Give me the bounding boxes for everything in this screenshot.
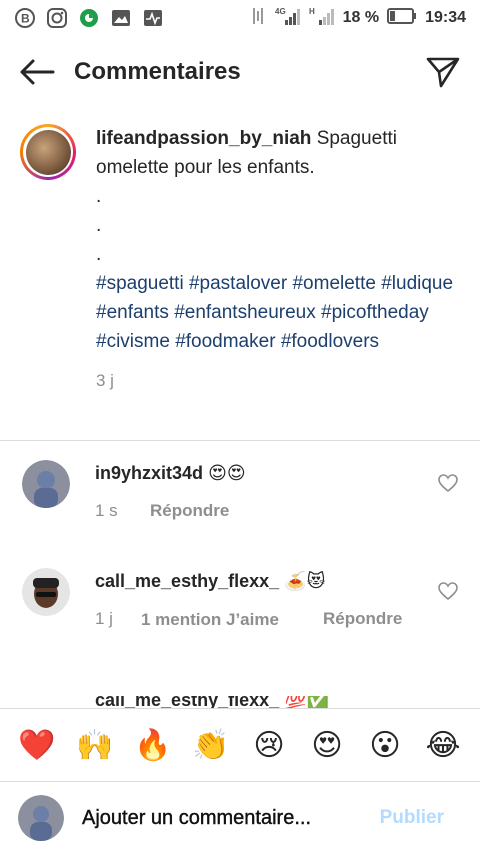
reply-button[interactable]: Répondre — [323, 609, 402, 634]
comment-item: call_me_esthy_flexx_ 🍝😻 1 j 1 mention J’… — [22, 568, 462, 634]
post-caption: lifeandpassion_by_niah Spaguetti omelett… — [20, 124, 460, 395]
hashtag-link[interactable]: #ludique — [381, 273, 453, 294]
publish-button[interactable]: Publier — [380, 807, 444, 829]
arrow-left-icon — [20, 59, 55, 85]
comment-time: 1 j — [95, 609, 113, 628]
hashtag-link[interactable]: #omelette — [292, 273, 375, 294]
like-comment-button[interactable] — [438, 474, 460, 494]
battery-icon — [387, 7, 417, 29]
caption-dot: . — [96, 215, 102, 236]
comment-username[interactable]: in9yhzxit34d — [95, 463, 203, 483]
hashtag-link[interactable]: #enfantsheureux — [174, 302, 316, 323]
back-button[interactable] — [18, 53, 56, 91]
comment-composer: Publier — [0, 782, 480, 854]
caption-username[interactable]: lifeandpassion_by_niah — [96, 128, 311, 149]
hashtag-link[interactable]: #enfants — [96, 302, 169, 323]
caption-dot: . — [96, 244, 102, 265]
data-saver-icon — [78, 7, 100, 29]
emoji-clap-button[interactable]: 👏 — [189, 723, 233, 767]
comment-avatar[interactable] — [22, 568, 70, 616]
emoji-quick-bar: ❤️ 🙌 🔥 👏 😢 😍 😮 😂 — [0, 708, 480, 782]
story-avatar[interactable] — [20, 124, 76, 180]
svg-text:B: B — [21, 12, 30, 26]
comment-emoji: 😍😍 — [208, 463, 246, 484]
divider — [0, 440, 480, 441]
hashtag-link[interactable]: #picoftheday — [321, 302, 429, 323]
instagram-icon — [46, 7, 68, 29]
caption-dot: . — [96, 186, 102, 207]
comment-item: in9yhzxit34d 😍😍 1 s Répondre — [22, 460, 462, 521]
paper-plane-icon — [426, 57, 460, 88]
share-button[interactable] — [424, 53, 462, 91]
signal-h-icon: H — [309, 6, 335, 31]
comment-input[interactable] — [82, 806, 380, 830]
heart-outline-icon — [438, 582, 458, 601]
emoji-heart-button[interactable]: ❤️ — [15, 723, 59, 767]
b-app-icon: B — [14, 7, 36, 29]
status-bar: B 4G H 18 % 19:34 — [0, 0, 480, 36]
emoji-heart-eyes-button[interactable]: 😍 — [305, 723, 349, 767]
hashtag-link[interactable]: #civisme — [96, 331, 170, 352]
battery-percent: 18 % — [342, 9, 380, 26]
svg-text:H: H — [309, 7, 315, 16]
clock: 19:34 — [425, 9, 466, 26]
like-comment-button[interactable] — [438, 582, 460, 602]
user-avatar — [18, 795, 64, 841]
avatar — [25, 129, 71, 175]
caption-body: lifeandpassion_by_niah Spaguetti omelett… — [96, 124, 456, 395]
comment-likes-count[interactable]: 1 mention J’aime — [141, 605, 321, 634]
svg-text:4G: 4G — [275, 7, 286, 16]
vibrate-icon — [249, 6, 267, 31]
comment-username[interactable]: call_me_esthy_flexx_ — [95, 571, 279, 591]
comment-time: 1 s — [95, 501, 118, 520]
hashtag-link[interactable]: #spaguetti — [96, 273, 184, 294]
comment-emoji: 🍝😻 — [284, 571, 326, 592]
hashtag-list: #spaguetti #pastalover #omelette #ludiqu… — [96, 269, 456, 356]
comment-item: call_me_esthy_flexx_ 💯✅ — [22, 696, 462, 708]
emoji-raised-hands-button[interactable]: 🙌 — [73, 723, 117, 767]
reply-button[interactable]: Répondre — [150, 501, 229, 521]
caption-time: 3 j — [96, 371, 114, 390]
emoji-fire-button[interactable]: 🔥 — [131, 723, 175, 767]
emoji-surprised-button[interactable]: 😮 — [363, 723, 407, 767]
page-title: Commentaires — [74, 58, 241, 85]
hashtag-link[interactable]: #foodmaker — [175, 331, 275, 352]
hashtag-link[interactable]: #pastalover — [189, 273, 287, 294]
emoji-laughing-button[interactable]: 😂 — [421, 723, 465, 767]
comment-emoji: 💯✅ — [284, 696, 329, 708]
activity-icon — [142, 7, 164, 29]
comment-username[interactable]: call_me_esthy_flexx_ — [95, 696, 279, 708]
header: Commentaires — [0, 36, 480, 108]
heart-outline-icon — [438, 474, 458, 493]
signal-4g-icon: 4G — [275, 6, 301, 31]
hashtag-link[interactable]: #foodlovers — [281, 331, 379, 352]
comment-avatar[interactable] — [22, 460, 70, 508]
emoji-crying-button[interactable]: 😢 — [247, 723, 291, 767]
gallery-icon — [110, 7, 132, 29]
